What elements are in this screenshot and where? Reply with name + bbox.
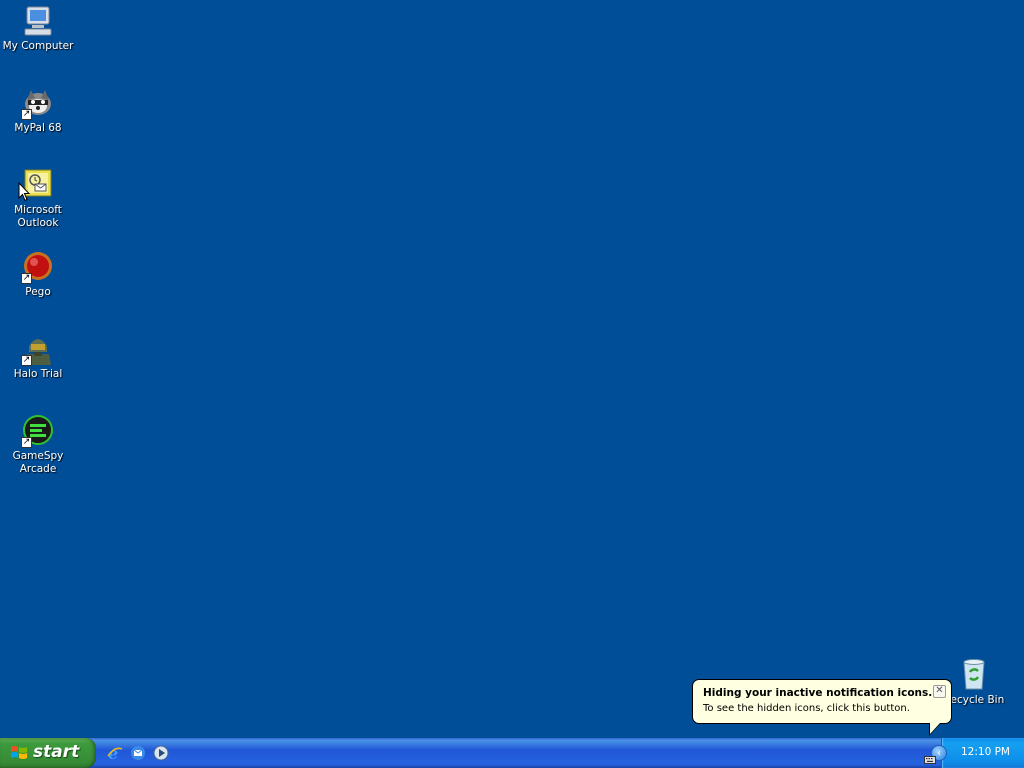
balloon-tail-fill: [930, 723, 940, 734]
notification-balloon[interactable]: Hiding your inactive notification icons.…: [692, 679, 952, 736]
desktop-icon-label: My Computer: [2, 40, 74, 52]
desktop-icon-label: MyPal 68: [14, 122, 62, 134]
mypal-icon: ↗: [21, 86, 55, 120]
close-icon[interactable]: ✕: [933, 685, 946, 698]
desktop-icon-mypal[interactable]: ↗ MyPal 68: [0, 86, 76, 135]
shortcut-arrow-icon: ↗: [21, 109, 32, 120]
shortcut-arrow-icon: ↗: [21, 273, 32, 284]
gamespy-icon: ↗: [21, 414, 55, 448]
start-button[interactable]: start: [0, 738, 96, 768]
mouse-cursor-icon: [18, 181, 31, 202]
windows-logo-icon: [10, 745, 28, 761]
desktop-icon-label: GameSpy Arcade: [12, 450, 64, 475]
pego-icon: ↗: [21, 250, 55, 284]
halo-icon: ↗: [21, 332, 55, 366]
balloon-title: Hiding your inactive notification icons.…: [703, 687, 941, 699]
my-computer-icon: [21, 4, 55, 38]
desktop-icon-label: Microsoft Outlook: [14, 204, 62, 229]
keyboard-icon[interactable]: [924, 749, 936, 764]
desktop-icon-label: Halo Trial: [13, 368, 63, 380]
internet-explorer-icon[interactable]: e: [106, 744, 124, 763]
taskbar: start e ‹ 12:10 PM: [0, 738, 1024, 768]
desktop-icon-outlook[interactable]: Microsoft Outlook: [0, 168, 76, 230]
system-tray: ‹ 12:10 PM: [931, 738, 1024, 768]
start-label: start: [33, 742, 80, 762]
recycle-bin-icon: [957, 658, 991, 692]
media-player-icon[interactable]: [152, 744, 170, 762]
outlook-express-icon[interactable]: [129, 744, 147, 762]
desktop-icon-label: Pego: [25, 286, 51, 298]
desktop: My Computer ↗ MyPal 68 Microsoft Outlook…: [0, 0, 1024, 738]
tray-clock[interactable]: 12:10 PM: [961, 746, 1010, 758]
desktop-icon-halo-trial[interactable]: ↗ Halo Trial: [0, 332, 76, 381]
balloon-text: To see the hidden icons, click this butt…: [703, 703, 910, 714]
desktop-icon-pego[interactable]: ↗ Pego: [0, 250, 76, 299]
desktop-icon-gamespy-arcade[interactable]: ↗ GameSpy Arcade: [0, 414, 76, 476]
shortcut-arrow-icon: ↗: [21, 437, 32, 448]
shortcut-arrow-icon: ↗: [21, 355, 32, 366]
desktop-icon-my-computer[interactable]: My Computer: [0, 4, 76, 53]
